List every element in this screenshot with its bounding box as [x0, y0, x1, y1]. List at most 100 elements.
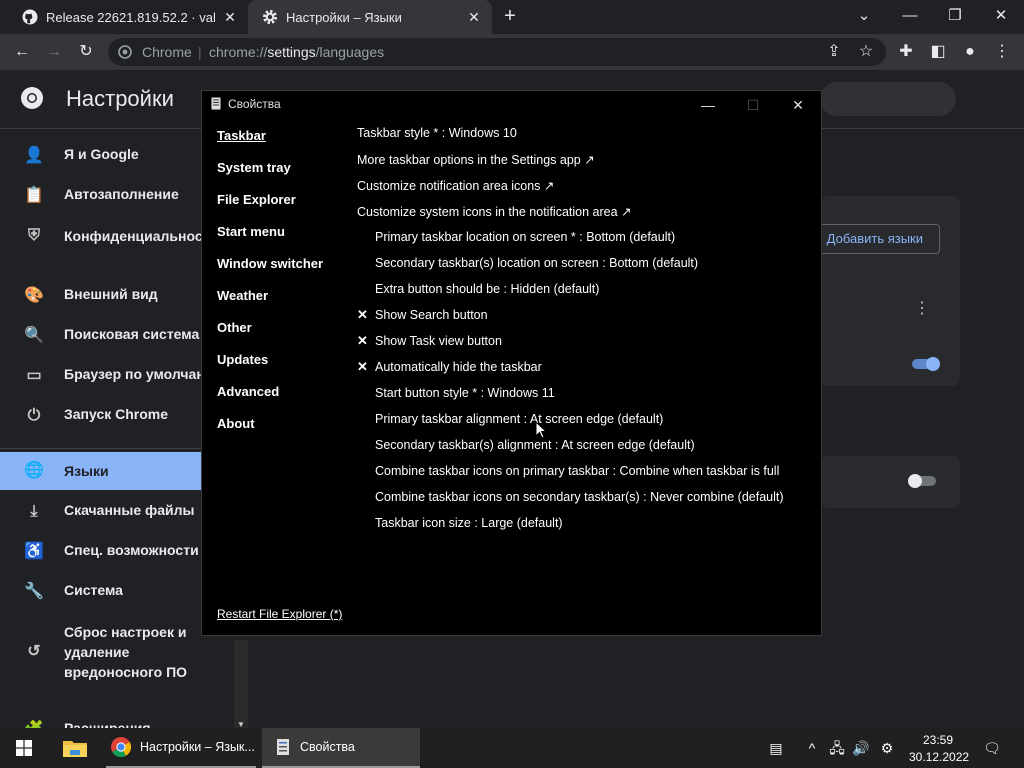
shield-icon: ⛨: [27, 227, 40, 244]
properties-icon: [276, 738, 290, 756]
news-widget-icon[interactable]: ▤: [767, 739, 785, 757]
back-icon[interactable]: ←: [12, 42, 32, 62]
tab-title: Release 22621.819.52.2 · valinet/E: [46, 9, 216, 25]
close-icon[interactable]: ✕: [466, 9, 482, 25]
settings-gear-icon[interactable]: ⚙: [878, 739, 896, 757]
spellcheck-toggle[interactable]: [906, 473, 938, 489]
spellcheck-card: [820, 456, 960, 508]
accessibility-icon: ♿: [24, 543, 44, 560]
browser-icon: ▭: [26, 367, 42, 384]
person-icon: 👤: [24, 147, 44, 164]
chrome-site-icon: [118, 45, 132, 59]
taskbar-option[interactable]: Show Task view button: [375, 334, 502, 348]
taskbar-option[interactable]: Primary taskbar location on screen * : B…: [375, 230, 675, 244]
properties-icon: [211, 97, 221, 110]
taskbar-option[interactable]: Customize system icons in the notificati…: [357, 204, 631, 219]
taskbar-option[interactable]: Start button style * : Windows 11: [375, 386, 555, 400]
forward-icon[interactable]: →: [44, 42, 64, 62]
restart-file-explorer-link[interactable]: Restart File Explorer (*): [217, 607, 342, 621]
palette-icon: 🎨: [24, 287, 44, 304]
dialog-tab-about[interactable]: About: [217, 416, 255, 431]
sidebar-item-label: Я и Google: [64, 146, 139, 162]
clipboard-icon: 📋: [24, 187, 44, 204]
dialog-tab-file-explorer[interactable]: File Explorer: [217, 192, 296, 207]
notifications-icon[interactable]: 🗨: [983, 739, 1001, 757]
taskbar-item-label: Настройки – Язык...: [140, 740, 255, 754]
dialog-tab-other[interactable]: Other: [217, 320, 252, 335]
dialog-tab-updates[interactable]: Updates: [217, 352, 268, 367]
close-window-button[interactable]: ✕: [979, 4, 1023, 30]
url-text[interactable]: chrome://settings/languages: [209, 44, 384, 60]
url-path: settings: [267, 44, 316, 60]
dialog-tab-system-tray[interactable]: System tray: [217, 160, 291, 175]
sidebar-item-label: Скачанные файлы: [64, 502, 195, 518]
sidebar-item-label: Спец. возможности: [64, 542, 199, 558]
taskbar-option[interactable]: Taskbar style * : Windows 10: [357, 126, 517, 140]
bookmark-star-icon[interactable]: ☆: [856, 42, 876, 62]
sidebar-item-label: Браузер по умолчанию: [64, 366, 204, 382]
show-hidden-icons-icon[interactable]: ^: [803, 739, 821, 757]
chrome-icon: [110, 736, 132, 758]
new-tab-button[interactable]: +: [498, 5, 522, 29]
menu-icon[interactable]: ⋮: [992, 42, 1012, 62]
taskbar-option[interactable]: Secondary taskbar(s) alignment : At scre…: [375, 438, 695, 452]
clock-time[interactable]: 23:59: [921, 733, 955, 747]
download-icon: ⤓: [30, 503, 38, 520]
close-icon[interactable]: ✕: [222, 9, 238, 25]
dialog-maximize-button[interactable]: ☐: [733, 94, 773, 116]
translate-toggle[interactable]: [910, 356, 942, 372]
taskbar-option[interactable]: Customize notification area icons ↗: [357, 178, 554, 193]
taskbar-item-chrome[interactable]: Настройки – Язык...: [106, 728, 256, 768]
taskbar-option[interactable]: Combine taskbar icons on secondary taskb…: [375, 490, 784, 504]
taskbar-option[interactable]: More taskbar options in the Settings app…: [357, 152, 595, 167]
clock-date[interactable]: 30.12.2022: [909, 750, 969, 764]
checkmark-icon: ✕: [357, 333, 368, 348]
taskbar-item-properties[interactable]: Свойства: [262, 728, 420, 768]
dialog-tab-taskbar[interactable]: Taskbar: [217, 128, 266, 143]
dialog-close-button[interactable]: ✕: [778, 94, 818, 116]
network-icon[interactable]: 🖧: [828, 739, 846, 757]
taskbar-option[interactable]: Extra button should be : Hidden (default…: [375, 282, 599, 296]
taskbar-option[interactable]: Automatically hide the taskbar: [375, 360, 542, 374]
sidebar-item-label: Внешний вид: [64, 286, 158, 302]
checkmark-icon: ✕: [357, 307, 368, 322]
profile-icon[interactable]: ●: [960, 42, 980, 62]
wrench-icon: 🔧: [24, 583, 44, 600]
settings-search-input[interactable]: [820, 82, 956, 116]
omnibox-separator: |: [198, 44, 202, 60]
dialog-tab-window-switcher[interactable]: Window switcher: [217, 256, 323, 271]
sidebar-item-label: Запуск Chrome: [64, 406, 169, 422]
reload-icon[interactable]: ↻: [76, 42, 96, 62]
side-panel-icon[interactable]: ◧: [928, 42, 948, 62]
tab-settings-languages[interactable]: Настройки – Языки ✕: [248, 0, 492, 34]
more-options-icon[interactable]: ⋮: [914, 298, 930, 318]
add-languages-button[interactable]: Добавить языки: [812, 224, 940, 254]
tab-search-button[interactable]: ⌄: [842, 4, 886, 30]
start-button[interactable]: [16, 740, 32, 756]
taskbar-option[interactable]: Secondary taskbar(s) location on screen …: [375, 256, 698, 270]
tab-github-release[interactable]: Release 22621.819.52.2 · valinet/E ✕: [8, 0, 248, 34]
extensions-icon[interactable]: ✚: [896, 42, 916, 62]
dialog-minimize-button[interactable]: —: [688, 94, 728, 116]
share-icon[interactable]: ⇪: [824, 42, 844, 62]
sidebar-item-label: Языки: [64, 463, 109, 479]
taskbar-item-label: Свойства: [300, 740, 355, 754]
dialog-tab-weather[interactable]: Weather: [217, 288, 268, 303]
minimize-button[interactable]: —: [888, 4, 932, 30]
dialog-tab-start-menu[interactable]: Start menu: [217, 224, 285, 239]
chrome-logo-icon: [20, 86, 44, 110]
taskbar-option[interactable]: Show Search button: [375, 308, 488, 322]
sidebar-item-extensions[interactable]: 🧩 Расширения: [0, 720, 250, 728]
site-label: Chrome: [142, 44, 192, 60]
search-icon: 🔍: [24, 327, 44, 344]
volume-icon[interactable]: 🔊: [852, 739, 870, 757]
taskbar-option[interactable]: Taskbar icon size : Large (default): [375, 516, 563, 530]
restore-button[interactable]: ❐: [933, 4, 977, 30]
github-icon: [22, 9, 38, 25]
file-explorer-taskbar-icon[interactable]: [62, 738, 88, 758]
sidebar-scrollbar[interactable]: ▼: [234, 640, 248, 729]
dialog-tab-advanced[interactable]: Advanced: [217, 384, 279, 399]
reset-icon: ↺: [27, 643, 41, 660]
taskbar-option[interactable]: Combine taskbar icons on primary taskbar…: [375, 464, 779, 478]
taskbar-option[interactable]: Primary taskbar alignment : At screen ed…: [375, 412, 663, 426]
